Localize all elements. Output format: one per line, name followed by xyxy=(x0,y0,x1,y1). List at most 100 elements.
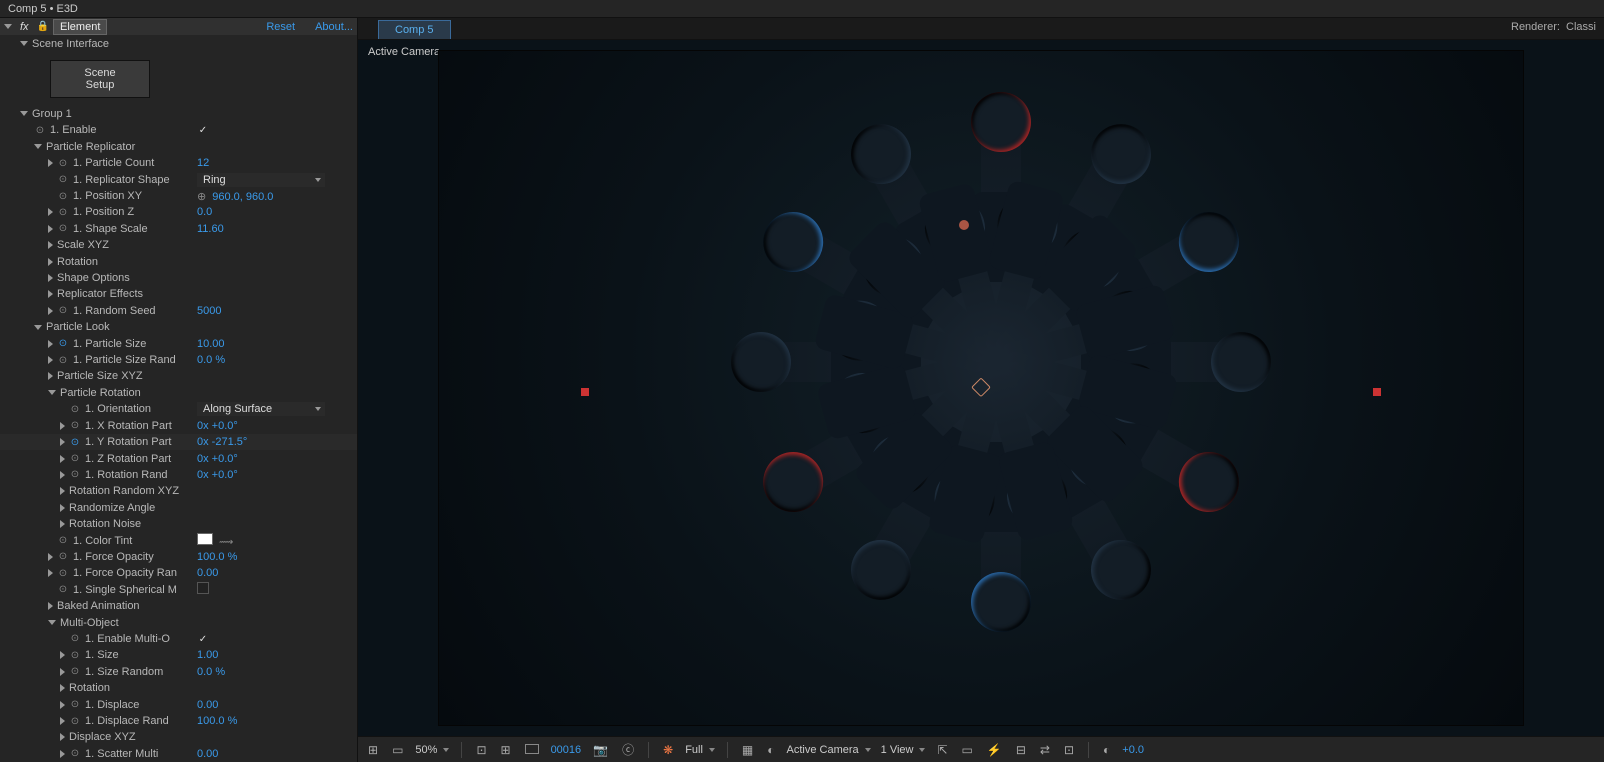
particle-size-xyz-row[interactable]: Particle Size XYZ xyxy=(0,368,357,384)
expand-icon[interactable] xyxy=(48,569,53,577)
scene-setup-button[interactable]: Scene Setup xyxy=(50,60,150,98)
expand-icon[interactable] xyxy=(48,208,53,216)
stopwatch-icon[interactable]: ⊙ xyxy=(57,535,69,547)
enable-multi-checkbox[interactable]: ✓ xyxy=(197,633,209,645)
stopwatch-icon[interactable]: ⊙ xyxy=(69,633,81,645)
expand-icon[interactable] xyxy=(48,274,53,282)
pivot-gizmo-icon[interactable] xyxy=(959,220,969,230)
multi-size-value[interactable]: 1.00 xyxy=(197,649,218,661)
particle-look-row[interactable]: Particle Look xyxy=(0,319,357,335)
position-z-row[interactable]: ⊙ 1. Position Z 0.0 xyxy=(0,204,357,220)
stopwatch-icon[interactable]: ⊙ xyxy=(69,420,81,432)
rotation-rand-row[interactable]: ⊙ 1. Rotation Rand 0x +0.0° xyxy=(0,467,357,483)
color-tint-row[interactable]: ⊙ 1. Color Tint ⟿ xyxy=(0,532,357,548)
particle-size-rand-row[interactable]: ⊙ 1. Particle Size Rand 0.0 % xyxy=(0,352,357,368)
single-spherical-checkbox[interactable] xyxy=(197,582,209,594)
camera-dropdown[interactable]: Active Camera xyxy=(787,744,871,756)
multi-object-row[interactable]: Multi-Object xyxy=(0,614,357,630)
replicator-shape-dropdown[interactable]: Ring xyxy=(197,173,325,187)
multi-size-row[interactable]: ⊙ 1. Size 1.00 xyxy=(0,647,357,663)
color-swatch[interactable] xyxy=(197,533,213,545)
stopwatch-icon[interactable]: ⊙ xyxy=(57,223,69,235)
multi-rotation-row[interactable]: Rotation xyxy=(0,680,357,696)
expand-icon[interactable] xyxy=(60,717,65,725)
baked-animation-row[interactable]: Baked Animation xyxy=(0,598,357,614)
orientation-row[interactable]: ⊙ 1. Orientation Along Surface xyxy=(0,401,357,417)
expand-icon[interactable] xyxy=(20,41,28,46)
zoom-dropdown[interactable]: 50% xyxy=(415,744,449,756)
render-time-icon[interactable]: ⊡ xyxy=(1062,743,1076,757)
mask-icon[interactable] xyxy=(523,743,541,757)
stopwatch-icon[interactable]: ⊙ xyxy=(69,715,81,727)
enable-row[interactable]: ⊙ 1. Enable ✓ xyxy=(0,122,357,138)
expand-icon[interactable] xyxy=(60,471,65,479)
x-rotation-row[interactable]: ⊙ 1. X Rotation Part 0x +0.0° xyxy=(0,418,357,434)
expand-icon[interactable] xyxy=(60,520,65,528)
particle-count-row[interactable]: ⊙ 1. Particle Count 12 xyxy=(0,155,357,171)
expand-icon[interactable] xyxy=(60,701,65,709)
stopwatch-icon[interactable]: ⊙ xyxy=(69,699,81,711)
particle-size-row[interactable]: ⊙ 1. Particle Size 10.00 xyxy=(0,335,357,351)
expand-icon[interactable] xyxy=(48,241,53,249)
stopwatch-icon[interactable]: ⊙ xyxy=(69,403,81,415)
enable-checkbox[interactable]: ✓ xyxy=(197,125,209,137)
expand-icon[interactable] xyxy=(20,111,28,116)
stopwatch-icon[interactable]: ⊙ xyxy=(57,338,69,350)
color-mgmt-icon[interactable]: ❋ xyxy=(661,743,675,757)
expand-icon[interactable] xyxy=(48,225,53,233)
shape-options-row[interactable]: Shape Options xyxy=(0,270,357,286)
eyedropper-icon[interactable]: ⟿ xyxy=(219,537,233,548)
views-dropdown[interactable]: 1 View xyxy=(881,744,926,756)
pixel-aspect-icon[interactable]: ▭ xyxy=(960,743,975,757)
expand-icon[interactable] xyxy=(60,750,65,758)
replicator-shape-row[interactable]: ⊙ 1. Replicator Shape Ring xyxy=(0,171,357,187)
magnify-icon[interactable]: ⊞ xyxy=(366,743,380,757)
stopwatch-icon[interactable]: ⊙ xyxy=(69,469,81,481)
stopwatch-icon[interactable]: ⊙ xyxy=(57,305,69,317)
expand-icon[interactable] xyxy=(48,290,53,298)
scatter-multi-row[interactable]: ⊙ 1. Scatter Multi 0.00 xyxy=(0,746,357,762)
randomize-angle-row[interactable]: Randomize Angle xyxy=(0,500,357,516)
stopwatch-icon[interactable]: ⊙ xyxy=(34,124,46,136)
force-opacity-value[interactable]: 100.0 % xyxy=(197,551,237,563)
particle-rotation-row[interactable]: Particle Rotation xyxy=(0,385,357,401)
stopwatch-icon[interactable]: ⊙ xyxy=(57,190,69,202)
viewer-area[interactable]: Active Camera xyxy=(358,40,1604,736)
resolution-dropdown[interactable]: Full xyxy=(685,744,715,756)
rotation-rand-value[interactable]: 0x +0.0° xyxy=(197,469,238,481)
particle-replicator-row[interactable]: Particle Replicator xyxy=(0,139,357,155)
expand-icon[interactable] xyxy=(60,455,65,463)
share-icon[interactable]: ⇱ xyxy=(935,743,949,757)
expand-icon[interactable] xyxy=(48,602,53,610)
mask-visibility-icon[interactable]: ◐ xyxy=(765,743,776,757)
random-seed-value[interactable]: 5000 xyxy=(197,305,221,317)
multi-displace-row[interactable]: ⊙ 1. Displace 0.00 xyxy=(0,696,357,712)
reset-link[interactable]: Reset xyxy=(266,21,295,33)
region-handle-right[interactable] xyxy=(1373,388,1381,396)
force-opacity-row[interactable]: ⊙ 1. Force Opacity 100.0 % xyxy=(0,549,357,565)
expand-icon[interactable] xyxy=(4,24,12,29)
stopwatch-icon[interactable]: ⊙ xyxy=(57,354,69,366)
single-spherical-row[interactable]: ⊙ 1. Single Spherical M xyxy=(0,582,357,598)
position-xy-row[interactable]: ⊙ 1. Position XY ⊕960.0, 960.0 xyxy=(0,188,357,204)
lock-icon[interactable]: 🔒 xyxy=(37,21,49,32)
expand-icon[interactable] xyxy=(60,504,65,512)
region-handle-left[interactable] xyxy=(581,388,589,396)
multi-size-random-value[interactable]: 0.0 % xyxy=(197,666,225,678)
stopwatch-icon[interactable]: ⊙ xyxy=(57,206,69,218)
expand-icon[interactable] xyxy=(60,668,65,676)
comp-tab[interactable]: Comp 5 xyxy=(378,20,451,39)
z-rotation-value[interactable]: 0x +0.0° xyxy=(197,453,238,465)
expand-icon[interactable] xyxy=(34,325,42,330)
x-rotation-value[interactable]: 0x +0.0° xyxy=(197,420,238,432)
stopwatch-icon[interactable]: ⊙ xyxy=(57,567,69,579)
expand-icon[interactable] xyxy=(48,390,56,395)
multi-displace-rand-row[interactable]: ⊙ 1. Displace Rand 100.0 % xyxy=(0,713,357,729)
scene-interface-row[interactable]: Scene Interface xyxy=(0,35,357,51)
transparency-icon[interactable]: ▦ xyxy=(740,743,755,757)
expand-icon[interactable] xyxy=(48,620,56,625)
position-xy-value[interactable]: 960.0, 960.0 xyxy=(212,191,273,203)
y-rotation-value[interactable]: 0x -271.5° xyxy=(197,436,247,448)
stopwatch-icon[interactable]: ⊙ xyxy=(57,551,69,563)
expand-icon[interactable] xyxy=(48,307,53,315)
